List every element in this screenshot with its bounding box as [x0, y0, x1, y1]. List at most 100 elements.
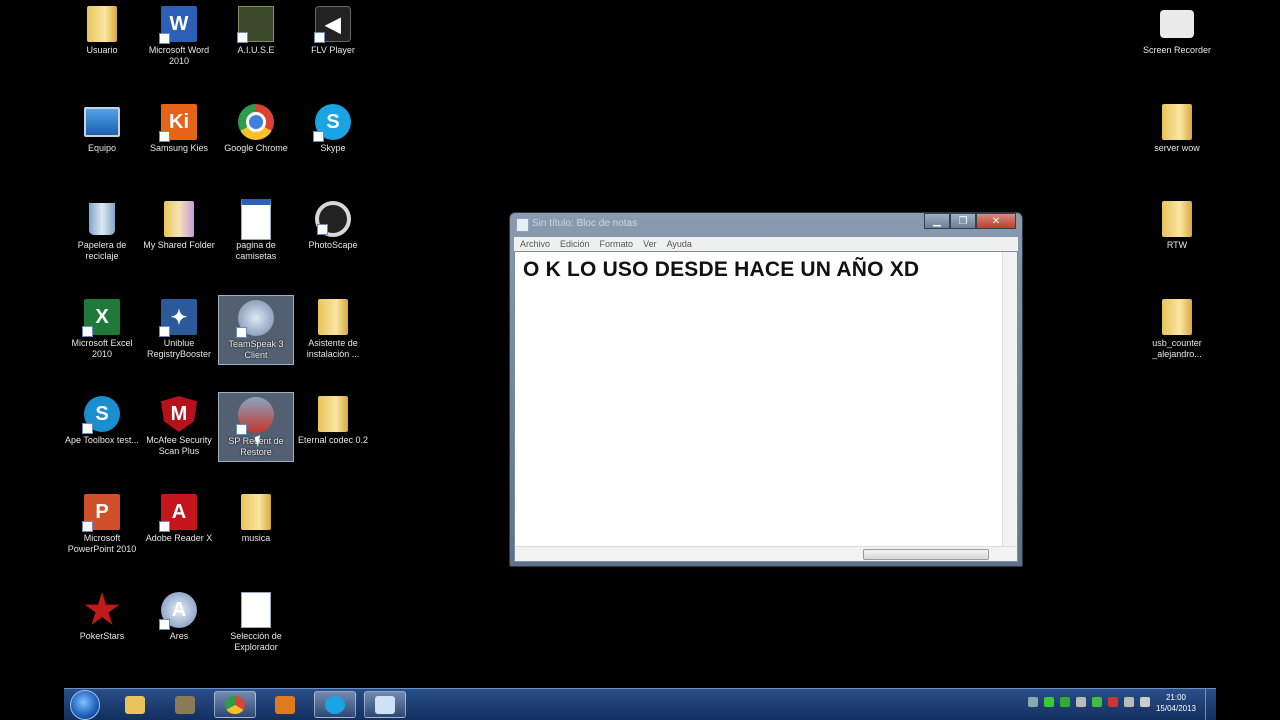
desktop-icon-screen-recorder[interactable]: Screen Recorder: [1139, 2, 1215, 72]
vertical-scrollbar[interactable]: [1002, 252, 1017, 547]
menu-edicion[interactable]: Edición: [560, 237, 590, 251]
start-button[interactable]: [70, 690, 100, 720]
desktop-icon-recycle-bin[interactable]: Papelera de reciclaje: [64, 197, 140, 267]
menu-formato[interactable]: Formato: [600, 237, 634, 251]
text-editor[interactable]: O K LO USO DESDE HACE UN AÑO XD: [514, 251, 1018, 562]
clock-date: 15/04/2013: [1155, 704, 1196, 713]
menu-bar: Archivo Edición Formato Ver Ayuda: [514, 237, 1018, 251]
desktop-icon-ape-toolbox[interactable]: S Ape Toolbox test...: [64, 392, 140, 462]
desktop-icon-registrybooster[interactable]: ✦ Uniblue RegistryBooster: [141, 295, 217, 365]
tray-icon[interactable]: [1028, 697, 1038, 707]
desktop-icon-ares[interactable]: A Ares: [141, 588, 217, 658]
registrybooster-icon: ✦: [159, 299, 197, 337]
desktop-icon-mcafee[interactable]: M McAfee Security Scan Plus: [141, 392, 217, 462]
volume-icon[interactable]: [1124, 697, 1134, 707]
notepad-window[interactable]: Sin título: Bloc de notas ▁ ❐ ✕ Archivo …: [509, 212, 1023, 567]
menu-ver[interactable]: Ver: [643, 237, 657, 251]
taskbar-chrome[interactable]: [214, 691, 256, 718]
ares-icon: A: [159, 592, 197, 630]
desktop-icon-label: musica: [241, 533, 271, 543]
desktop-icon-aiuse[interactable]: A.I.U.S.E: [218, 2, 294, 72]
taskbar: 21:00 15/04/2013: [64, 688, 1216, 720]
tray-icon[interactable]: [1108, 697, 1118, 707]
samsung-kies-icon: Ki: [159, 104, 197, 142]
window-title: Sin título: Bloc de notas: [532, 218, 638, 229]
chrome-icon: [225, 695, 245, 714]
desktop-icon-server-wow[interactable]: server wow: [1139, 100, 1215, 170]
desktop-icon-label: Papelera de reciclaje: [77, 240, 127, 261]
desktop-icon-label: Asistente de instalación ...: [306, 338, 360, 359]
desktop-icon-my-shared-folder[interactable]: My Shared Folder: [141, 197, 217, 267]
taskbar-media[interactable]: [264, 691, 306, 718]
desktop-icon-pagina-camisetas[interactable]: pagina de camisetas: [218, 197, 294, 267]
folder-icon: [1159, 104, 1195, 140]
pokerstars-icon: [84, 592, 120, 625]
desktop-icon-label: Google Chrome: [224, 143, 288, 153]
taskbar-notepad[interactable]: [364, 691, 406, 718]
desktop-icon-sp-restore[interactable]: SP Recent de Restore: [218, 392, 294, 462]
clock-time: 21:00: [1165, 693, 1186, 702]
menu-archivo[interactable]: Archivo: [520, 237, 550, 251]
desktop-icon-samsung-kies[interactable]: Ki Samsung Kies: [141, 100, 217, 170]
desktop-icon-chrome[interactable]: Google Chrome: [218, 100, 294, 170]
tray-icon[interactable]: [1060, 697, 1070, 707]
desktop-icon-label: Ape Toolbox test...: [65, 435, 139, 445]
desktop-icon-label: Microsoft Word 2010: [148, 45, 210, 66]
desktop-icon-pokerstars[interactable]: PokerStars: [64, 588, 140, 658]
scrollbar-thumb[interactable]: [863, 549, 989, 560]
close-button[interactable]: ✕: [976, 213, 1016, 229]
desktop-icon-equipo[interactable]: Equipo: [64, 100, 140, 170]
maximize-button[interactable]: ❐: [950, 213, 976, 229]
desktop-icon-word[interactable]: W Microsoft Word 2010: [141, 2, 217, 72]
folder-icon: [1159, 201, 1195, 237]
notepad-icon: [516, 218, 529, 232]
taskbar-explorer[interactable]: [114, 691, 156, 718]
desktop-icon-musica[interactable]: musica: [218, 490, 294, 560]
desktop-icon-eternal-codec[interactable]: Eternal codec 0.2: [295, 392, 371, 462]
flv-player-icon: ◀: [314, 6, 351, 43]
tray-icon[interactable]: [1076, 697, 1086, 707]
clock[interactable]: 21:00 15/04/2013: [1156, 692, 1196, 714]
desktop-icon-label: usb_counter _alejandro...: [1152, 338, 1202, 359]
desktop-icon-adobe-reader[interactable]: A Adobe Reader X: [141, 490, 217, 560]
minimize-button[interactable]: ▁: [924, 213, 950, 229]
photoscape-icon: [315, 201, 351, 237]
desktop-icon-label: Usuario: [86, 45, 118, 55]
desktop-icon-powerpoint[interactable]: P Microsoft PowerPoint 2010: [64, 490, 140, 560]
show-desktop-button[interactable]: [1205, 689, 1216, 720]
network-icon[interactable]: [1092, 697, 1102, 707]
desktop-icon-label: My Shared Folder: [143, 240, 215, 250]
media-player-icon: [275, 695, 295, 714]
taskbar-game[interactable]: [164, 691, 206, 718]
window-titlebar[interactable]: Sin título: Bloc de notas ▁ ❐ ✕: [510, 213, 1022, 235]
desktop-icon-excel[interactable]: X Microsoft Excel 2010: [64, 295, 140, 365]
desktop-icon-label: Skype: [320, 143, 346, 153]
desktop-icon-flv-player[interactable]: ◀ FLV Player: [295, 2, 371, 72]
desktop-icon-seleccion-explorador[interactable]: Selección de Explorador: [218, 588, 294, 658]
document-icon: [238, 198, 274, 240]
folder-icon: [238, 494, 274, 530]
desktop-icon-photoscape[interactable]: PhotoScape: [295, 197, 371, 267]
flag-icon[interactable]: [1140, 697, 1150, 707]
folder-icon: [1159, 299, 1195, 335]
powerpoint-icon: P: [82, 494, 120, 532]
desktop-icon-label: Selección de Explorador: [230, 631, 282, 652]
desktop-icon-rtw[interactable]: RTW: [1139, 197, 1215, 267]
desktop-icon-usb-counter[interactable]: usb_counter _alejandro...: [1139, 295, 1215, 365]
adobe-reader-icon: A: [159, 494, 197, 532]
editor-content[interactable]: O K LO USO DESDE HACE UN AÑO XD: [523, 258, 919, 282]
desktop-icon-label: Adobe Reader X: [145, 533, 213, 543]
desktop-icon-teamspeak[interactable]: TeamSpeak 3 Client: [218, 295, 294, 365]
desktop-icon-label: server wow: [1154, 143, 1200, 153]
horizontal-scrollbar[interactable]: [515, 546, 1017, 561]
tray-icon[interactable]: [1044, 697, 1054, 707]
taskbar-skype[interactable]: [314, 691, 356, 718]
desktop-icon-label: pagina de camisetas: [235, 240, 277, 261]
skype-icon: S: [313, 104, 351, 142]
user-folder-icon: [84, 6, 120, 42]
desktop-icon-skype[interactable]: S Skype: [295, 100, 371, 170]
system-tray: [1028, 697, 1150, 707]
menu-ayuda[interactable]: Ayuda: [667, 237, 692, 251]
desktop-icon-asistente-instalacion[interactable]: Asistente de instalación ...: [295, 295, 371, 365]
desktop-icon-usuario[interactable]: Usuario: [64, 2, 140, 72]
